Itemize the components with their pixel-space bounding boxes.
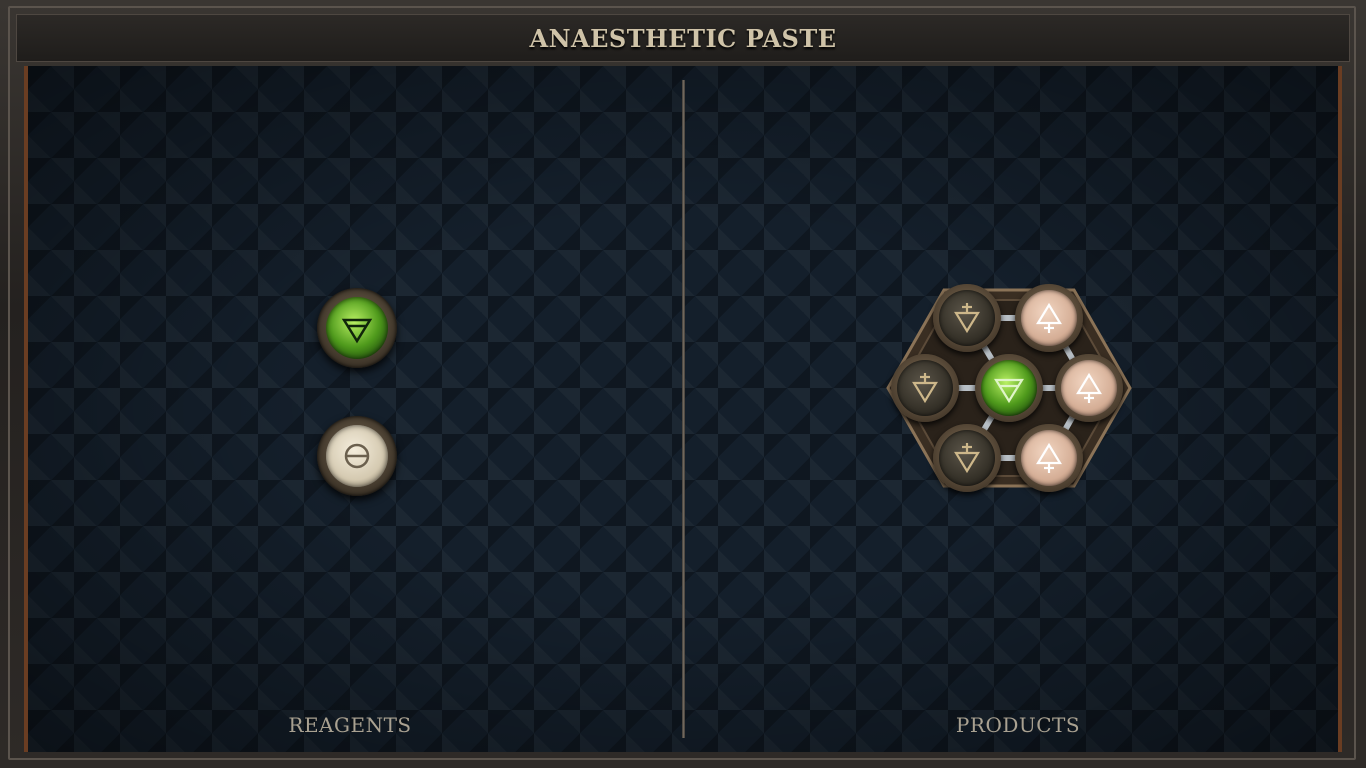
fire-symbol-icon	[1076, 372, 1102, 403]
fire-symbol-icon	[1036, 442, 1062, 473]
atom-water-left	[891, 354, 959, 422]
reagents-label: REAGENTS	[288, 713, 412, 737]
atom-water-top	[933, 284, 1001, 352]
reagent-salt[interactable]	[317, 416, 397, 496]
earth-bead	[326, 297, 388, 359]
product-molecule[interactable]	[884, 270, 1134, 510]
atom-fire-right	[1055, 354, 1123, 422]
products-label: PRODUCTS	[955, 713, 1081, 737]
atom-water-bottom	[933, 424, 1001, 492]
fire-symbol-icon	[1036, 302, 1062, 333]
atom-fire-top	[1015, 284, 1083, 352]
reagent-earth[interactable]	[317, 288, 397, 368]
atom-fire-bottom	[1015, 424, 1083, 492]
water-symbol-icon	[954, 303, 980, 334]
water-symbol-icon	[912, 373, 938, 404]
puzzle-title: ANAESTHETIC PASTE	[529, 23, 837, 53]
atom-earth-center	[975, 354, 1043, 422]
panel-divider	[682, 80, 685, 738]
earth-symbol-icon	[341, 318, 373, 344]
earth-symbol-icon	[994, 378, 1024, 404]
salt-symbol-icon	[344, 443, 370, 469]
title-bar: ANAESTHETIC PASTE	[16, 14, 1350, 62]
salt-bead	[326, 425, 388, 487]
water-symbol-icon	[954, 443, 980, 474]
